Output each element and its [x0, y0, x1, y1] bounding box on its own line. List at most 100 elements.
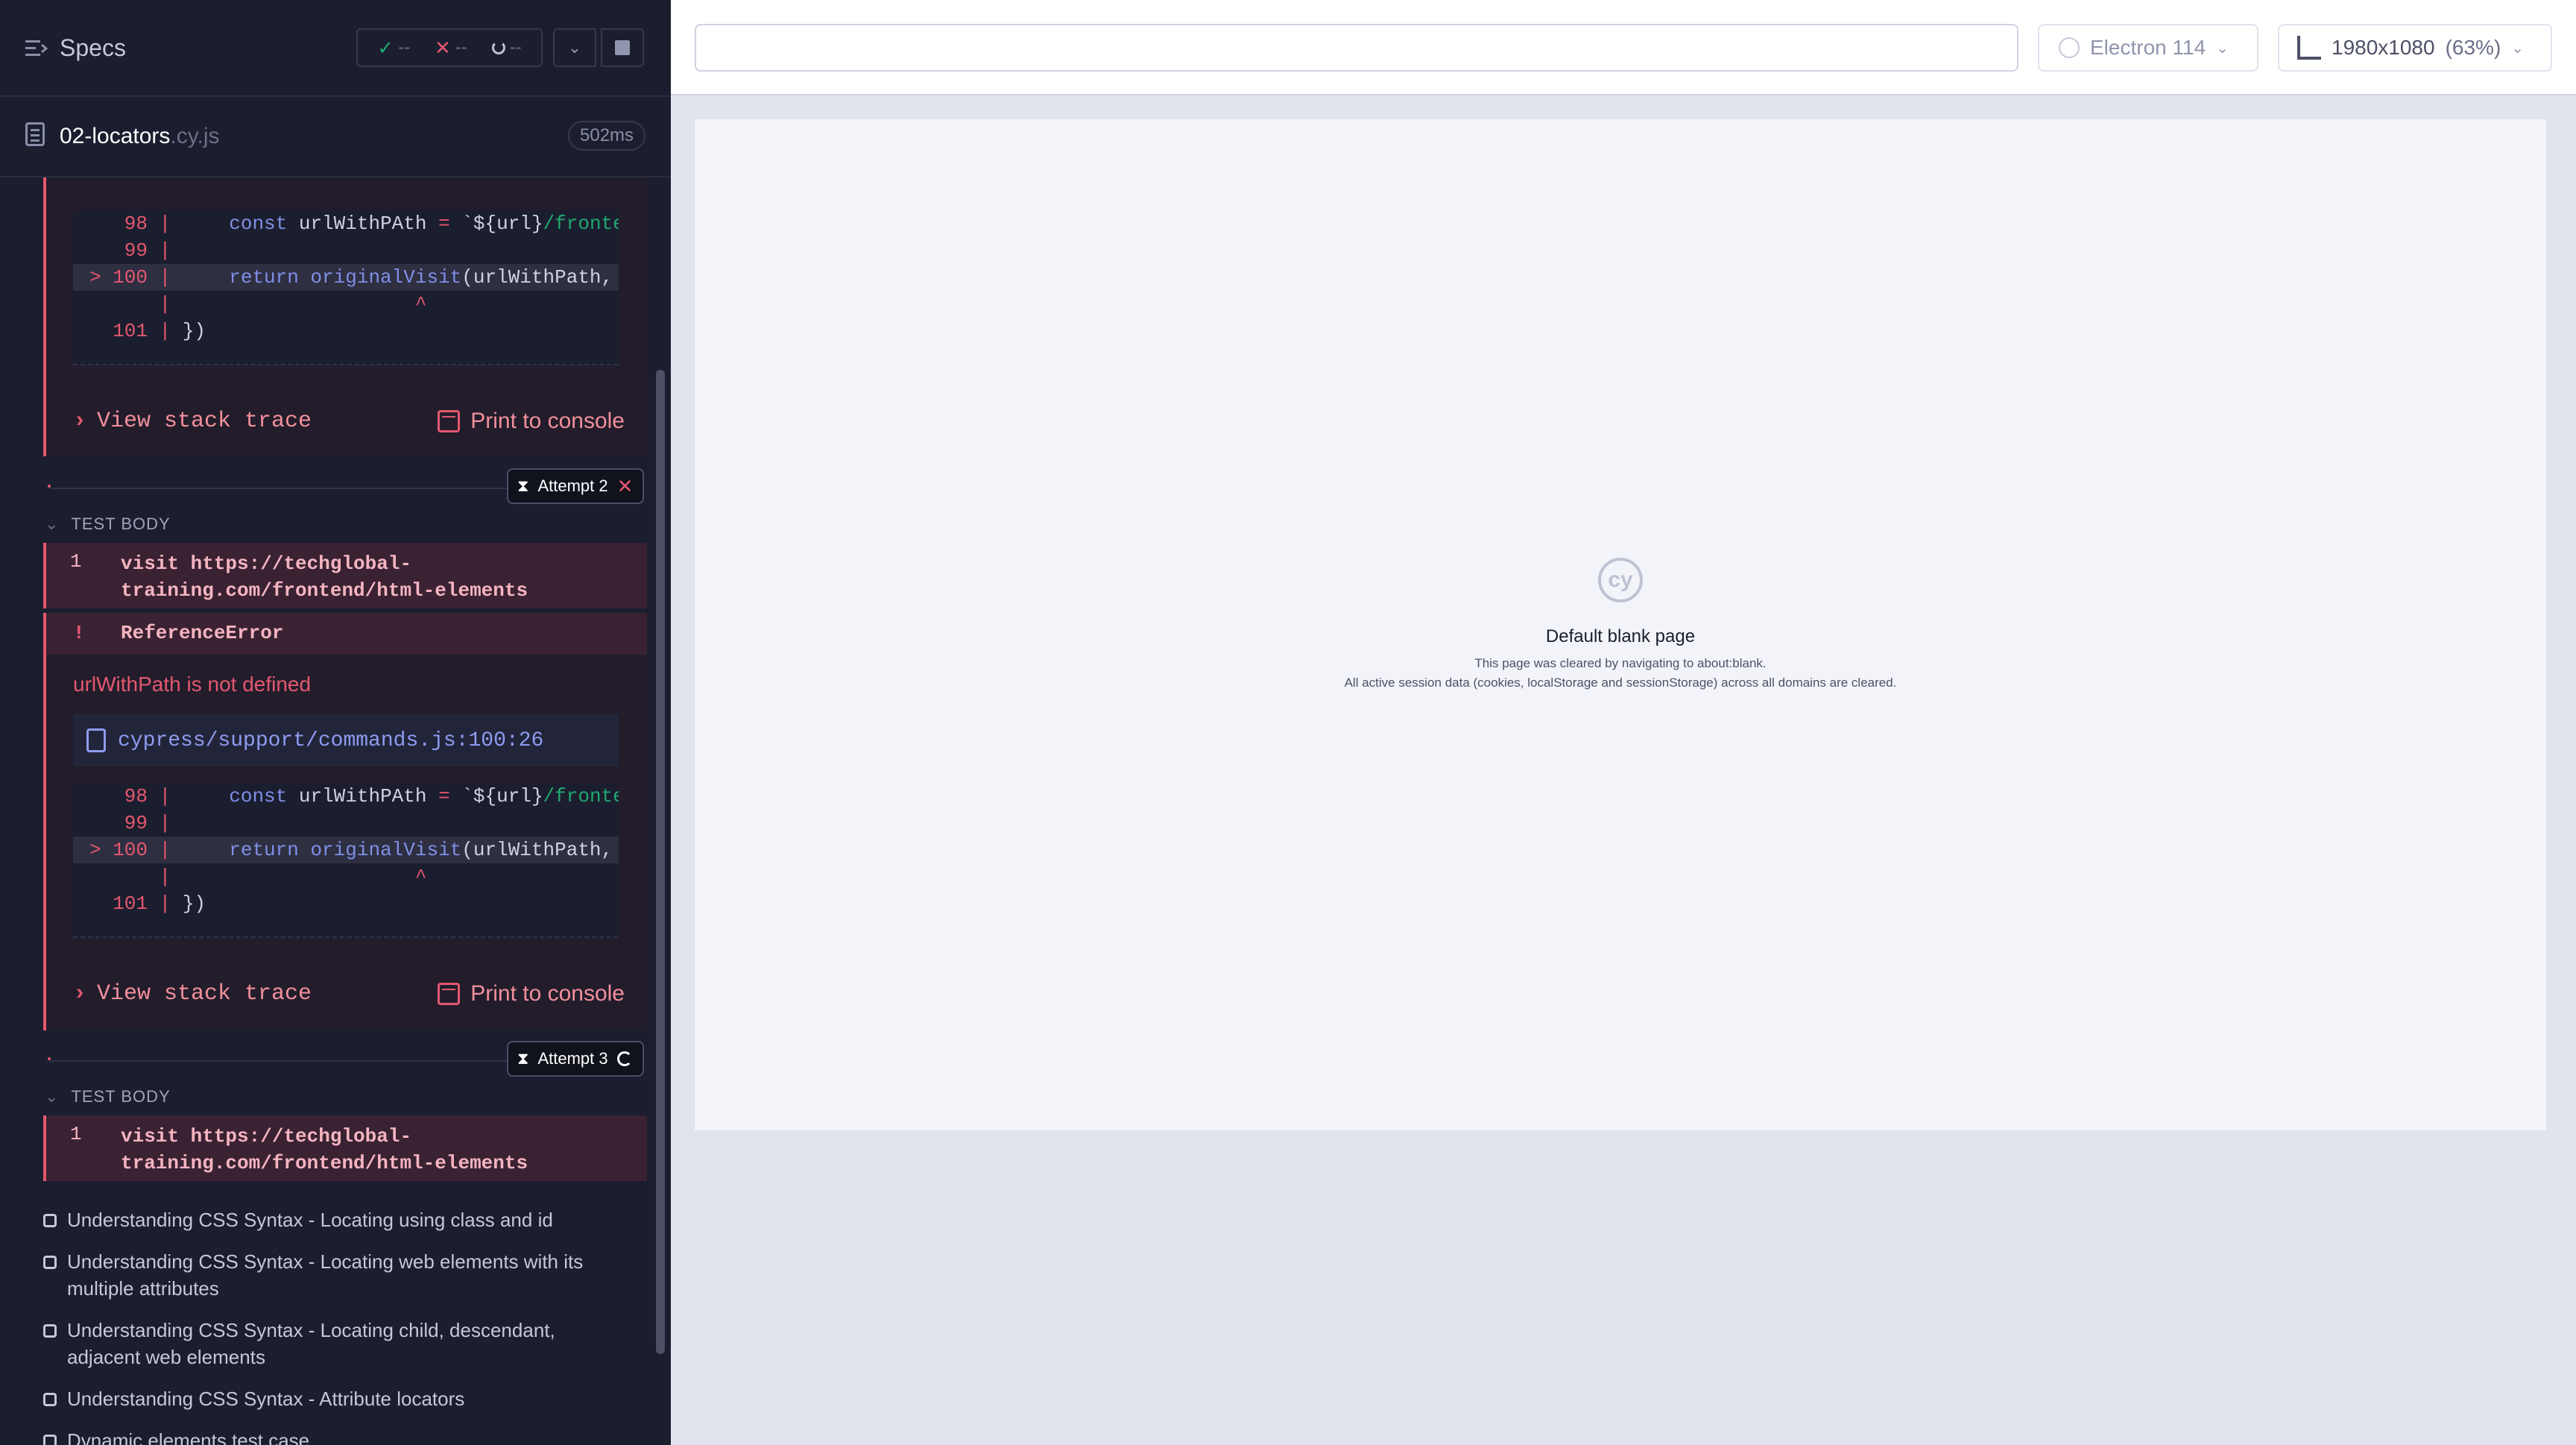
x-icon: ✕ [435, 36, 451, 59]
view-stack-trace-button[interactable]: › View stack trace [73, 981, 312, 1007]
view-stack-trace-label: View stack trace [97, 409, 312, 434]
spec-name-base: 02-locators [60, 124, 171, 148]
code-line: 99 | [124, 239, 171, 262]
test-item[interactable]: Understanding CSS Syntax - Attribute loc… [43, 1385, 632, 1412]
collapse-icon: ⧗ [517, 1049, 529, 1068]
attempt-3-tag[interactable]: ⧗ Attempt 3 [507, 1041, 644, 1077]
cypress-logo: cy [1598, 558, 1643, 602]
code-line: | ^ [159, 293, 427, 315]
test-title: Understanding CSS Syntax - Attribute loc… [67, 1388, 465, 1410]
test-item[interactable]: Understanding CSS Syntax - Locating chil… [43, 1317, 632, 1370]
attempt-2-label: Attempt 2 [537, 476, 608, 495]
chevron-down-icon: ⌄ [45, 514, 60, 533]
chevron-down-icon: ⌄ [2216, 40, 2229, 57]
command-url: https://techglobal-training.com/frontend… [121, 552, 528, 602]
attempt-3-label: Attempt 3 [537, 1049, 608, 1068]
test-title: Understanding CSS Syntax - Locating usin… [67, 1209, 553, 1231]
code-frame-2: 98 | const urlWithPAth = `${url}/fronte … [73, 783, 619, 938]
error-type: ReferenceError [121, 622, 284, 644]
failed-count: -- [455, 37, 467, 57]
command-number: 1 [70, 1123, 82, 1145]
pending-stat: -- [491, 37, 522, 58]
specs-label[interactable]: Specs [60, 34, 126, 62]
reporter-header: Specs ✓ -- ✕ -- -- ⌄ [0, 0, 671, 97]
specs-list-icon[interactable] [25, 39, 48, 58]
spinner-icon [491, 41, 505, 54]
viewport-scale: (63%) [2445, 36, 2501, 59]
url-bar[interactable] [695, 24, 2018, 72]
code-line: 101 | }) [113, 892, 206, 915]
run-stats: ✓ -- ✕ -- -- [356, 28, 543, 67]
command-name: visit [121, 552, 180, 575]
browser-selector[interactable]: Electron 114 ⌄ [2038, 24, 2258, 72]
error-file-link[interactable]: cypress/support/commands.js:100:26 [73, 714, 619, 766]
test-item[interactable]: Understanding CSS Syntax - Locating usin… [43, 1206, 632, 1233]
viewport-selector[interactable]: 1980x1080 (63%) ⌄ [2278, 24, 2552, 72]
command-visit[interactable]: 1 visit https://techglobal-training.com/… [43, 1115, 647, 1181]
command-url: https://techglobal-training.com/frontend… [121, 1125, 528, 1174]
trace-row-1: › View stack trace Print to console [73, 403, 625, 440]
error-bang-icon: ! [73, 622, 85, 644]
duration-badge: 502ms [568, 121, 646, 151]
test-body-header[interactable]: ⌄ TEST BODY [45, 1087, 171, 1106]
collapse-all-button[interactable]: ⌄ [553, 28, 596, 67]
code-line: 101 | }) [113, 320, 206, 342]
document-icon [25, 122, 45, 146]
document-icon [86, 728, 106, 752]
pending-test-icon [43, 1393, 57, 1406]
error-message: urlWithPath is not defined [73, 673, 312, 696]
command-text: visit https://techglobal-training.com/fr… [121, 1123, 628, 1177]
aut-toolbar: Electron 114 ⌄ 1980x1080 (63%) ⌄ [671, 0, 2576, 95]
passed-count: -- [398, 37, 411, 57]
command-text: visit https://techglobal-training.com/fr… [121, 550, 628, 604]
test-body-label: TEST BODY [71, 514, 171, 533]
passed-stat: ✓ -- [377, 37, 410, 60]
spec-file-name[interactable]: 02-locators.cy.js [60, 124, 220, 149]
aut-iframe[interactable]: cy Default blank page This page was clea… [695, 119, 2546, 1130]
command-number: 1 [70, 550, 82, 573]
running-spinner-icon [616, 1051, 632, 1066]
attempt-divider [49, 1060, 511, 1062]
collapse-icon: ⧗ [517, 476, 529, 495]
chevron-down-icon: ⌄ [45, 1087, 60, 1106]
test-body-label: TEST BODY [71, 1087, 171, 1106]
code-line: | ^ [159, 866, 427, 888]
test-title: Understanding CSS Syntax - Locating web … [67, 1250, 584, 1300]
code-line: 99 | [124, 812, 171, 834]
print-to-console-label: Print to console [470, 981, 625, 1006]
ruler-icon [2297, 36, 2321, 60]
error-header: ! ReferenceError [43, 613, 647, 655]
terminal-icon [438, 410, 461, 432]
failed-stat: ✕ -- [435, 37, 467, 60]
code-line: 98 | const urlWithPAth = `${url}/fronte [124, 785, 619, 808]
command-visit[interactable]: 1 visit https://techglobal-training.com/… [43, 543, 647, 608]
test-title: Understanding CSS Syntax - Locating chil… [67, 1319, 555, 1368]
file-link-text: cypress/support/commands.js:100:26 [118, 728, 544, 752]
pending-count: -- [509, 37, 522, 57]
code-line: 98 | const urlWithPAth = `${url}/fronte [124, 212, 619, 235]
stop-button[interactable] [601, 28, 644, 67]
spec-name-ext: .cy.js [170, 124, 220, 148]
app-under-test-area: Electron 114 ⌄ 1980x1080 (63%) ⌄ cy Defa… [671, 0, 2576, 1445]
test-item[interactable]: Understanding CSS Syntax - Locating web … [43, 1248, 632, 1302]
print-to-console-button[interactable]: Print to console [438, 981, 625, 1007]
pending-test-icon [43, 1324, 57, 1338]
view-stack-trace-button[interactable]: › View stack trace [73, 409, 312, 434]
print-to-console-button[interactable]: Print to console [438, 409, 625, 434]
reporter-scrollbar[interactable] [656, 370, 665, 1354]
view-stack-trace-label: View stack trace [97, 981, 312, 1007]
blank-page-subtitle-1: This page was cleared by navigating to a… [1474, 656, 1767, 670]
viewport-size: 1980x1080 [2332, 36, 2435, 59]
test-item[interactable]: Dynamic elements test case [43, 1427, 632, 1445]
reporter-panel: Specs ✓ -- ✕ -- -- ⌄ 02-locators.cy.js 502… [0, 0, 671, 1445]
electron-icon [2059, 37, 2080, 58]
chevron-right-icon: › [73, 981, 87, 1007]
test-body-header[interactable]: ⌄ TEST BODY [45, 514, 171, 534]
test-title: Dynamic elements test case [67, 1429, 310, 1445]
attempt-divider [49, 488, 511, 489]
chevron-down-icon: ⌄ [567, 38, 582, 57]
blank-page-title: Default blank page [1545, 626, 1696, 646]
code-line-highlighted: > 100 | return originalVisit(urlWithPath… [73, 837, 619, 863]
check-icon: ✓ [377, 36, 394, 59]
attempt-2-tag[interactable]: ⧗ Attempt 2 ✕ [507, 468, 644, 504]
